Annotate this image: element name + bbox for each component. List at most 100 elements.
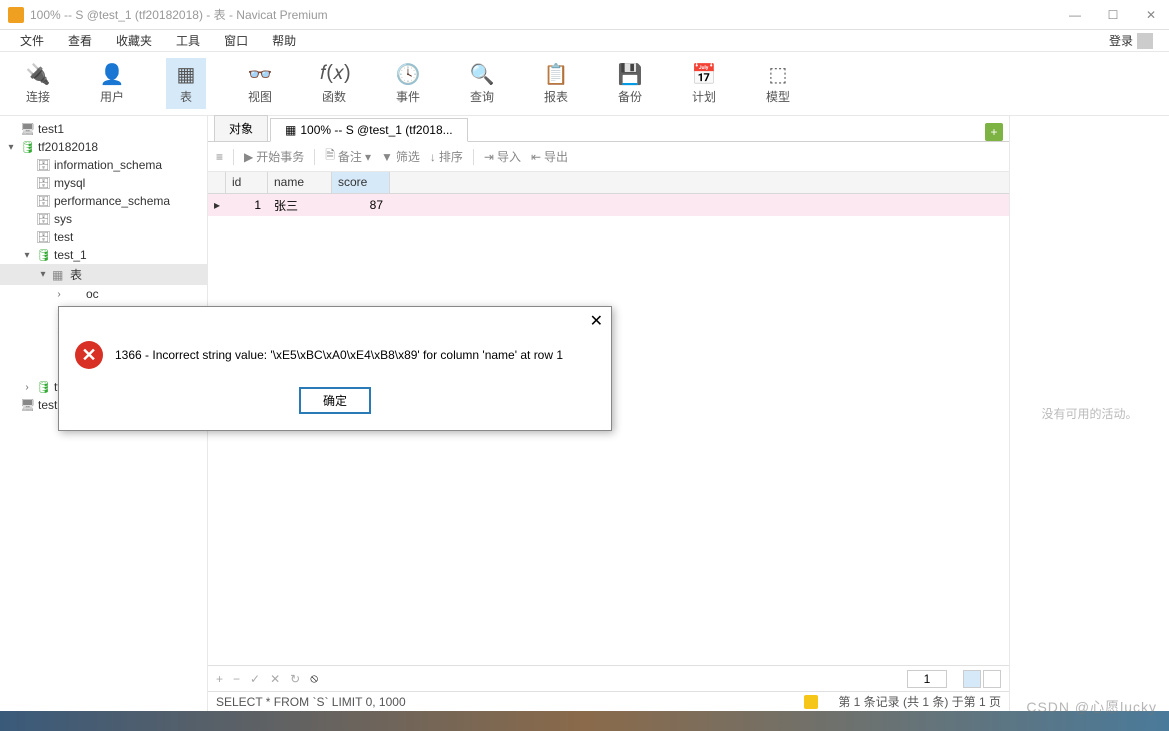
tree-label: test1 — [38, 122, 64, 136]
error-dialog: ✕ ✕ 1366 - Incorrect string value: '\xE5… — [58, 306, 612, 431]
refresh-button[interactable]: ↻ — [290, 672, 300, 686]
dialog-close-button[interactable]: ✕ — [590, 311, 603, 331]
add-tab-button[interactable]: + — [985, 123, 1003, 141]
tree-item-tf20182018[interactable]: ▾🛢tf20182018 — [0, 138, 207, 156]
main-toolbar: 🔌连接 👤用户 ▦表 👓 视图 𝑓(𝑥)函数 🕓 事件 🔍查询 📋 报表 💾备份 📅计划 ⬚模型 — [0, 52, 1169, 116]
import-button[interactable]: ⇥ 导入 — [484, 148, 521, 165]
dialog-footer: 确定 — [59, 387, 611, 430]
tree-label: test — [54, 230, 73, 244]
ok-button[interactable]: 确定 — [299, 387, 371, 414]
divider — [473, 149, 474, 165]
tree-item-test[interactable]: 🗄test — [0, 228, 207, 246]
toolbar-icon: 🕓 — [394, 62, 422, 84]
activity-empty-text: 没有可用的活动。 — [1041, 405, 1137, 422]
tree-item-sys[interactable]: 🗄sys — [0, 210, 207, 228]
col-score[interactable]: score — [332, 172, 390, 193]
divider — [233, 149, 234, 165]
toolbar-连接[interactable]: 🔌连接 — [18, 58, 58, 109]
toolbar-模型[interactable]: ⬚模型 — [758, 58, 798, 109]
toolbar-icon: 📋 — [542, 62, 570, 84]
tree-item-mysql[interactable]: 🗄mysql — [0, 174, 207, 192]
tree-label: 表 — [70, 266, 82, 283]
toolbar-label: 事件 — [396, 88, 420, 105]
toolbar-计划[interactable]: 📅计划 — [684, 58, 724, 109]
toolbar-icon: 🔌 — [24, 62, 52, 84]
table-row[interactable]: ▸1张三87 — [208, 194, 1009, 216]
tab-100% -- S @test_1 (tf2018...[interactable]: ▦100% -- S @test_1 (tf2018... — [270, 118, 468, 142]
caret-icon: ▾ — [38, 269, 48, 280]
minimize-button[interactable]: — — [1065, 8, 1085, 22]
warning-icon[interactable] — [804, 695, 818, 709]
menu-view[interactable]: 查看 — [56, 32, 104, 49]
tree-item-oc[interactable]: ›oc — [0, 285, 207, 303]
toolbar-用户[interactable]: 👤用户 — [92, 58, 132, 109]
divider — [314, 149, 315, 165]
toolbar-事件[interactable]: 🕓 事件 — [388, 58, 428, 109]
tree-item-test1[interactable]: 🖥test1 — [0, 120, 207, 138]
error-message: 1366 - Incorrect string value: '\xE5\xBC… — [115, 348, 563, 362]
sub-toolbar: ≡ ▶ 开始事务 🗎 备注 ▾ ▼ 筛选 ↓ 排序 ⇥ 导入 ⇤ 导出 — [208, 142, 1009, 172]
col-id[interactable]: id — [226, 172, 268, 193]
remove-row-button[interactable]: − — [233, 672, 240, 686]
export-button[interactable]: ⇤ 导出 — [531, 148, 568, 165]
toolbar-icon: 𝑓(𝑥) — [320, 62, 348, 84]
cell-id[interactable]: 1 — [226, 198, 268, 212]
add-row-button[interactable]: + — [216, 672, 223, 686]
tab-对象[interactable]: 对象 — [214, 115, 268, 141]
maximize-button[interactable]: ☐ — [1103, 8, 1123, 22]
tree-label: information_schema — [54, 158, 162, 172]
tree-label: tf20182018 — [38, 140, 98, 154]
tree-item-information_schema[interactable]: 🗄 information_schema — [0, 156, 207, 174]
toolbar-函数[interactable]: 𝑓(𝑥)函数 — [314, 58, 354, 109]
tab-label: 100% -- S @test_1 (tf2018... — [300, 123, 452, 137]
toolbar-视图[interactable]: 👓 视图 — [240, 58, 280, 109]
caret-icon: › — [22, 382, 32, 393]
titlebar: 100% -- S @test_1 (tf20182018) - 表 - Nav… — [0, 0, 1169, 30]
tree-item-test_1[interactable]: ▾🛢test_1 — [0, 246, 207, 264]
window-buttons: — ☐ ✕ — [1065, 8, 1161, 22]
caret-icon: ▾ — [22, 250, 32, 261]
memo-button[interactable]: 🗎 备注 ▾ — [325, 146, 371, 167]
menu-file[interactable]: 文件 — [8, 32, 56, 49]
begin-transaction-button[interactable]: ▶ 开始事务 — [244, 148, 304, 165]
menu-window[interactable]: 窗口 — [212, 32, 260, 49]
cell-score[interactable]: 87 — [332, 198, 390, 212]
menu-fav[interactable]: 收藏夹 — [104, 32, 164, 49]
sort-button[interactable]: ↓ 排序 — [430, 148, 463, 165]
tree-item-performance_schema[interactable]: 🗄performance_schema — [0, 192, 207, 210]
tree-item-表[interactable]: ▾▦表 — [0, 264, 207, 285]
toolbar-查询[interactable]: 🔍查询 — [462, 58, 502, 109]
cell-name[interactable]: 张三 — [268, 197, 332, 214]
col-name[interactable]: name — [268, 172, 332, 193]
toolbar-备份[interactable]: 💾备份 — [610, 58, 650, 109]
filter-button[interactable]: ▼ 筛选 — [381, 148, 420, 165]
menu-bar: 文件 查看 收藏夹 工具 窗口 帮助 登录 — [0, 30, 1169, 52]
apply-button[interactable]: ✓ — [250, 672, 260, 686]
node-icon: 🖥 — [20, 398, 34, 412]
watermark: CSDN @心愿lucky — [1026, 697, 1157, 717]
menu-tools[interactable]: 工具 — [164, 32, 212, 49]
avatar-icon — [1137, 33, 1153, 49]
hamburger-icon[interactable]: ≡ — [216, 150, 223, 164]
close-button[interactable]: ✕ — [1141, 8, 1161, 22]
toolbar-label: 视图 — [248, 88, 272, 105]
page-input[interactable] — [907, 670, 947, 688]
toolbar-label: 用户 — [100, 88, 124, 105]
toolbar-label: 报表 — [544, 88, 568, 105]
record-status: 第 1 条记录 (共 1 条) 于第 1 页 — [838, 693, 1001, 710]
toolbar-表[interactable]: ▦表 — [166, 58, 206, 109]
menu-help[interactable]: 帮助 — [260, 32, 308, 49]
sql-text: SELECT * FROM `S` LIMIT 0, 1000 — [216, 695, 406, 709]
toolbar-icon: 🔍 — [468, 62, 496, 84]
grid-view-button[interactable] — [963, 670, 981, 688]
toolbar-icon: 👓 — [246, 62, 274, 84]
node-icon: 🗄 — [36, 212, 50, 226]
login-button[interactable]: 登录 — [1101, 32, 1161, 49]
node-icon: 🗄 — [36, 158, 50, 172]
toolbar-报表[interactable]: 📋 报表 — [536, 58, 576, 109]
dialog-body: ✕ 1366 - Incorrect string value: '\xE5\x… — [59, 335, 611, 387]
stop-button[interactable]: ⦸ — [310, 671, 318, 686]
cancel-button[interactable]: ✕ — [270, 672, 280, 686]
form-view-button[interactable] — [983, 670, 1001, 688]
toolbar-label: 表 — [180, 88, 192, 105]
